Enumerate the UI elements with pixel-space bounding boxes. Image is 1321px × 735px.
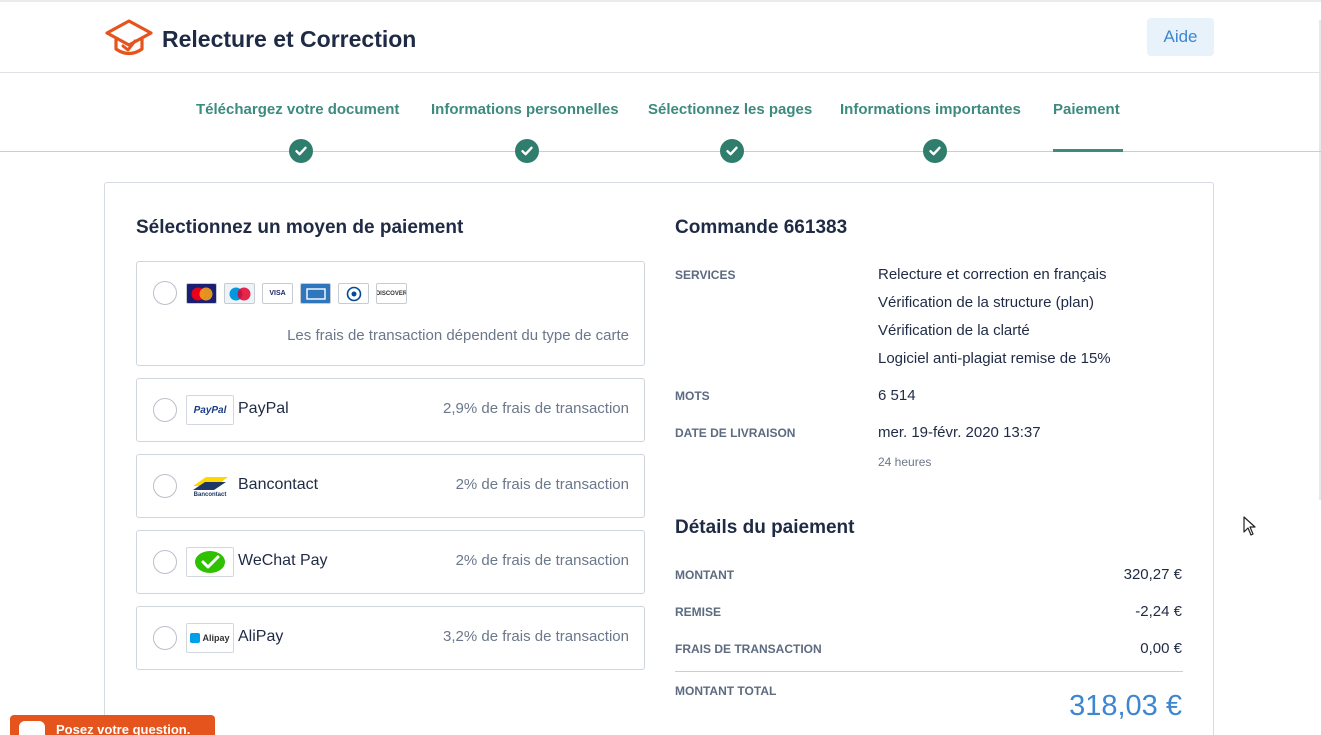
payment-fee: 2% de frais de transaction bbox=[455, 476, 629, 493]
total-label: MONTANT TOTAL bbox=[675, 684, 777, 698]
service-item: Vérification de la structure (plan) bbox=[878, 294, 1094, 311]
check-icon bbox=[923, 139, 947, 163]
paypal-logo-text: PayPal bbox=[193, 404, 227, 416]
payment-option-bancontact[interactable]: Bancontact Bancontact 2% de frais de tra… bbox=[136, 454, 645, 518]
words-count: 6 514 bbox=[878, 387, 916, 404]
step-label: Téléchargez votre document bbox=[196, 101, 400, 118]
step-label: Informations importantes bbox=[840, 101, 1021, 118]
diners-club-logo bbox=[338, 283, 369, 304]
order-title: Commande 661383 bbox=[675, 217, 848, 238]
alipay-logo-text: Alipay bbox=[202, 633, 230, 643]
discount-value: -2,24 € bbox=[1135, 603, 1182, 620]
payment-name: Bancontact bbox=[238, 476, 319, 493]
check-icon bbox=[515, 139, 539, 163]
chat-widget-button[interactable]: Posez votre question. bbox=[10, 715, 215, 735]
maestro-logo bbox=[224, 283, 255, 304]
payment-name: AliPay bbox=[238, 628, 284, 645]
active-step-indicator bbox=[1053, 149, 1123, 152]
card-fee-note: Les frais de transaction dépendent du ty… bbox=[287, 327, 629, 344]
payment-option-wechat[interactable]: WeChat Pay 2% de frais de transaction bbox=[136, 530, 645, 594]
payment-option-paypal[interactable]: PayPal PayPal 2,9% de frais de transacti… bbox=[136, 378, 645, 442]
payment-fee: 2,9% de frais de transaction bbox=[443, 400, 629, 417]
total-value: 318,03 € bbox=[1069, 690, 1182, 722]
bancontact-logo: Bancontact bbox=[186, 471, 234, 501]
transaction-fee-label: FRAIS DE TRANSACTION bbox=[675, 642, 822, 656]
wechat-logo bbox=[186, 547, 234, 577]
service-item: Relecture et correction en français bbox=[878, 266, 1107, 283]
checkout-card: Sélectionnez un moyen de paiement VISA D… bbox=[104, 182, 1214, 735]
alipay-icon bbox=[190, 633, 201, 643]
radio-card[interactable] bbox=[153, 281, 177, 305]
service-item: Logiciel anti-plagiat remise de 15% bbox=[878, 350, 1111, 367]
amex-logo bbox=[300, 283, 331, 304]
app-title: Relecture et Correction bbox=[162, 26, 417, 52]
amount-value: 320,27 € bbox=[1123, 566, 1182, 583]
check-icon bbox=[720, 139, 744, 163]
chat-bubble-icon bbox=[19, 721, 45, 735]
alipay-logo: Alipay bbox=[186, 623, 234, 653]
services-label: SERVICES bbox=[675, 268, 736, 282]
graduation-cap-icon bbox=[105, 19, 153, 56]
total-divider bbox=[675, 671, 1183, 672]
payment-fee: 2% de frais de transaction bbox=[455, 552, 629, 569]
step-label: Paiement bbox=[1053, 101, 1120, 118]
step-label: Sélectionnez les pages bbox=[648, 101, 813, 118]
radio-alipay[interactable] bbox=[153, 626, 177, 650]
help-button[interactable]: Aide bbox=[1147, 18, 1214, 56]
delivery-date: mer. 19-févr. 2020 13:37 bbox=[878, 424, 1041, 441]
card-logos: VISA DISCOVER bbox=[186, 283, 407, 304]
visa-logo: VISA bbox=[262, 283, 293, 304]
discount-label: REMISE bbox=[675, 605, 722, 619]
bancontact-logo-text: Bancontact bbox=[193, 492, 227, 498]
payment-method-title: Sélectionnez un moyen de paiement bbox=[136, 217, 464, 238]
radio-paypal[interactable] bbox=[153, 398, 177, 422]
mouse-cursor-icon bbox=[1243, 516, 1256, 536]
payment-option-card[interactable]: VISA DISCOVER Les frais de transaction d… bbox=[136, 261, 645, 366]
payment-name: WeChat Pay bbox=[238, 552, 328, 569]
service-item: Vérification de la clarté bbox=[878, 322, 1030, 339]
paypal-logo: PayPal bbox=[186, 395, 234, 425]
transaction-fee-value: 0,00 € bbox=[1140, 640, 1182, 657]
mastercard-logo bbox=[186, 283, 217, 304]
amount-label: MONTANT bbox=[675, 568, 735, 582]
delivery-speed: 24 heures bbox=[878, 455, 932, 469]
header: Relecture et Correction Aide bbox=[0, 2, 1321, 73]
delivery-label: DATE DE LIVRAISON bbox=[675, 426, 796, 440]
payment-name: PayPal bbox=[238, 400, 289, 417]
payment-details-title: Détails du paiement bbox=[675, 517, 855, 538]
check-icon bbox=[289, 139, 313, 163]
step-label: Informations personnelles bbox=[431, 101, 619, 118]
chat-label: Posez votre question. bbox=[56, 722, 191, 735]
payment-option-alipay[interactable]: Alipay AliPay 3,2% de frais de transacti… bbox=[136, 606, 645, 670]
words-label: MOTS bbox=[675, 389, 710, 403]
payment-fee: 3,2% de frais de transaction bbox=[443, 628, 629, 645]
radio-bancontact[interactable] bbox=[153, 474, 177, 498]
discover-logo: DISCOVER bbox=[376, 283, 407, 304]
radio-wechat[interactable] bbox=[153, 550, 177, 574]
progress-steps: Téléchargez votre document Informations … bbox=[0, 73, 1321, 163]
